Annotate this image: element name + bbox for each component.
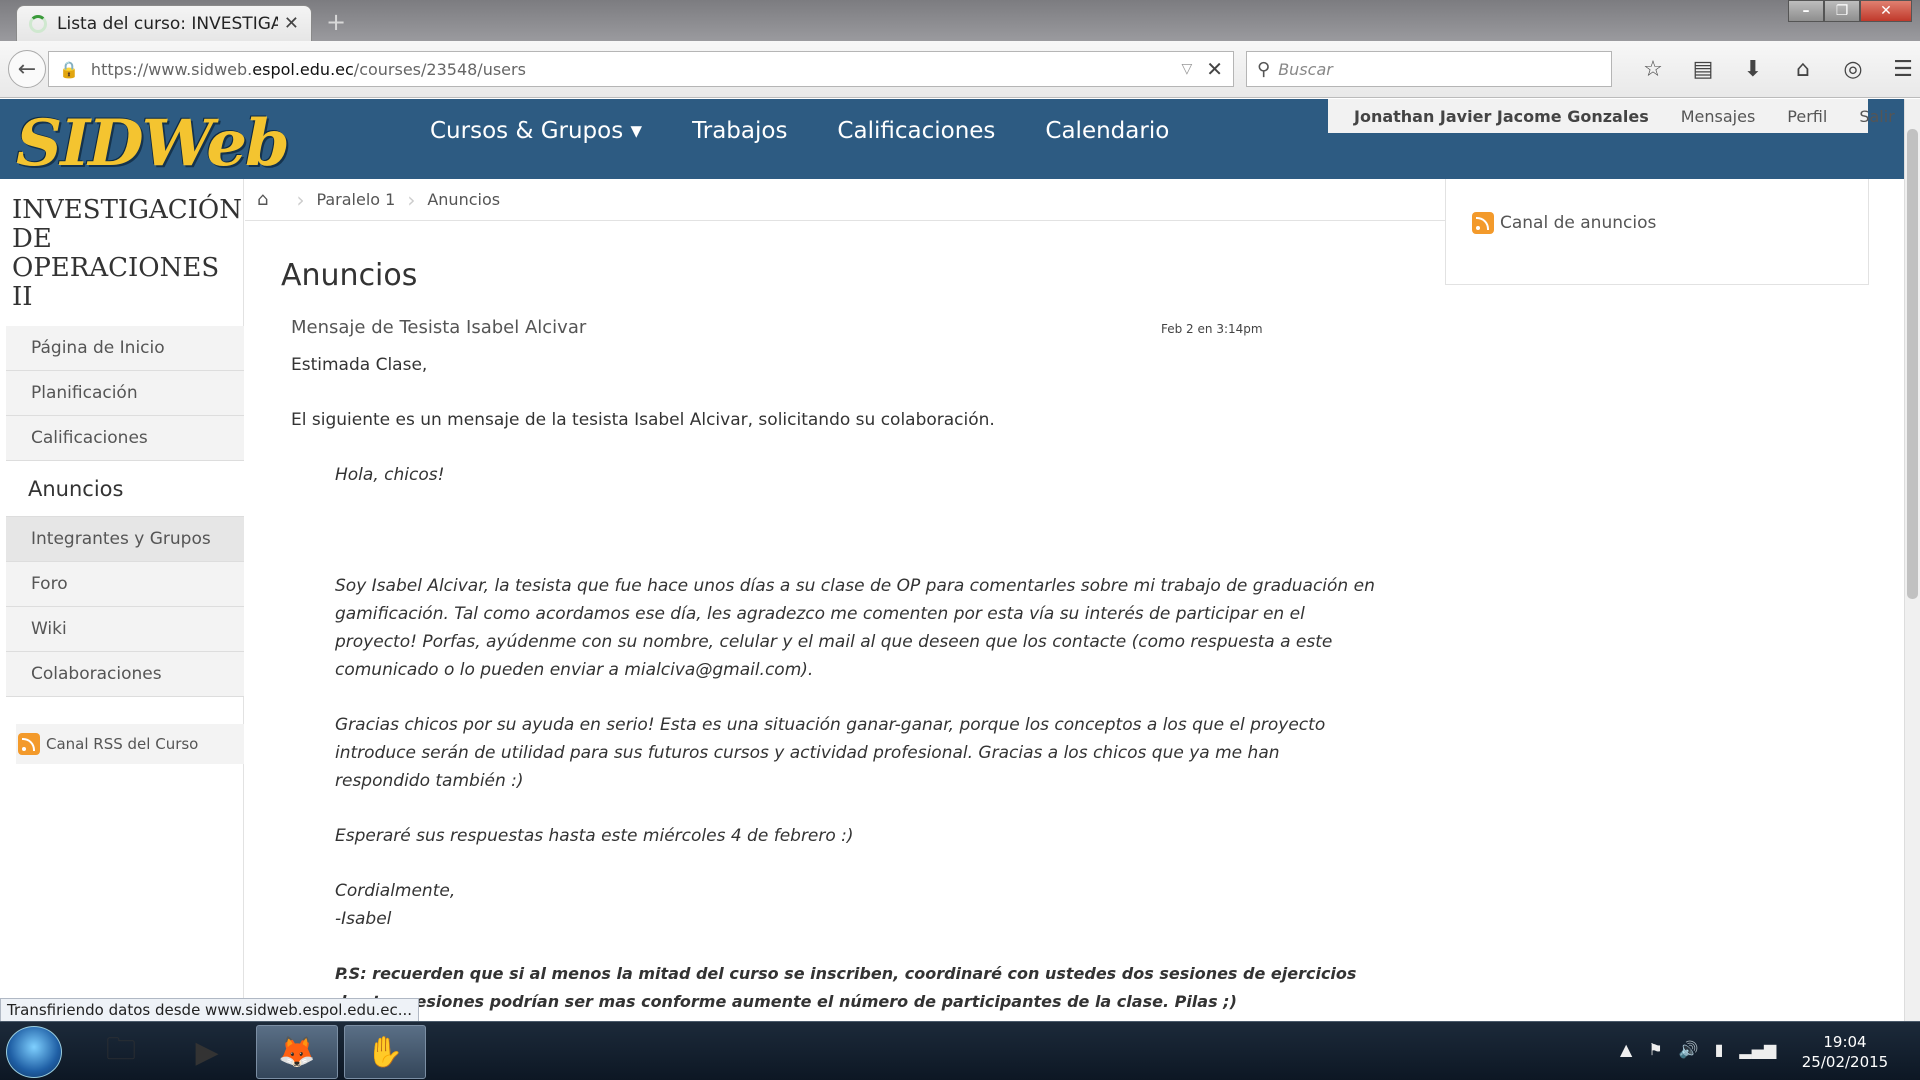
- url-text[interactable]: https://www.sidweb.espol.edu.ec/courses/…: [91, 60, 1182, 79]
- download-icon[interactable]: ⬇: [1728, 53, 1778, 85]
- sidebar-item-calificaciones[interactable]: Calificaciones: [6, 416, 244, 461]
- main-content: Anuncios Mensaje de Tesista Isabel Alciv…: [281, 258, 1381, 1016]
- file-explorer-icon[interactable]: 🗀: [80, 1025, 162, 1079]
- announcement-title[interactable]: Mensaje de Tesista Isabel Alcivar: [291, 317, 586, 338]
- address-bar[interactable]: 🔒 https://www.sidweb.espol.edu.ec/course…: [48, 51, 1234, 87]
- chat-icon[interactable]: ◎: [1828, 53, 1878, 85]
- browser-navbar: ← 🔒 https://www.sidweb.espol.edu.ec/cour…: [0, 41, 1920, 98]
- browser-tabbar: Lista del curso: INVESTIGA... ✕ + – ❐ ✕: [0, 0, 1920, 41]
- breadcrumb-separator: ›: [296, 187, 305, 212]
- sidebar-item-inicio[interactable]: Página de Inicio: [6, 326, 244, 371]
- main-nav: Cursos & Grupos ▾ Trabajos Calificacione…: [430, 99, 1219, 163]
- loading-spinner-icon: [29, 14, 47, 33]
- menu-icon[interactable]: ☰: [1878, 53, 1920, 85]
- app-hand-icon[interactable]: ✋: [344, 1025, 426, 1079]
- scrollbar-thumb[interactable]: [1907, 129, 1918, 599]
- breadcrumb: ⌂ › Paralelo 1 › Anuncios: [245, 179, 1445, 221]
- network-icon[interactable]: ▂▄▆: [1739, 1040, 1776, 1059]
- sidebar-item-colaboraciones[interactable]: Colaboraciones: [6, 652, 244, 697]
- window-close-button[interactable]: ✕: [1860, 0, 1912, 22]
- ps-text: P.S: recuerden que si al menos la mitad …: [335, 964, 1357, 1011]
- profile-link[interactable]: Perfil: [1787, 107, 1827, 126]
- system-tray: ▲ ⚑ 🔊 ▮ ▂▄▆: [1620, 1040, 1792, 1059]
- page-scrollbar[interactable]: [1904, 99, 1920, 1021]
- firefox-icon[interactable]: 🦊: [256, 1025, 338, 1079]
- new-tab-button[interactable]: +: [326, 8, 346, 36]
- message-paragraph-1: Soy Isabel Alcivar, la tesista que fue h…: [335, 576, 1375, 680]
- browser-tab[interactable]: Lista del curso: INVESTIGA... ✕: [16, 5, 312, 41]
- course-rss-label: Canal RSS del Curso: [46, 735, 199, 753]
- breadcrumb-home-icon[interactable]: ⌂: [257, 189, 268, 210]
- minimize-button[interactable]: –: [1788, 0, 1824, 22]
- bookmarks-list-icon[interactable]: ▤: [1678, 53, 1728, 85]
- breadcrumb-paralelo[interactable]: Paralelo 1: [316, 190, 395, 209]
- taskbar-clock[interactable]: 19:04 25/02/2015: [1790, 1032, 1900, 1072]
- course-title: INVESTIGACIÓN DE OPERACIONES II: [12, 195, 242, 312]
- nav-cursos-grupos[interactable]: Cursos & Grupos ▾: [430, 118, 642, 144]
- announcements-feed-link[interactable]: Canal de anuncios: [1472, 212, 1656, 234]
- start-button[interactable]: [6, 1026, 62, 1078]
- sidebar-item-anuncios[interactable]: Anuncios: [6, 461, 244, 517]
- site-header: SIDWeb Cursos & Grupos ▾ Trabajos Califi…: [0, 99, 1904, 181]
- search-placeholder: Buscar: [1278, 59, 1333, 79]
- message-paragraph-2: Gracias chicos por su ayuda en serio! Es…: [335, 715, 1326, 791]
- nav-calificaciones[interactable]: Calificaciones: [837, 118, 995, 144]
- tray-expand-icon[interactable]: ▲: [1620, 1040, 1632, 1059]
- lock-icon: 🔒: [59, 59, 79, 79]
- sidebar-item-integrantes[interactable]: Integrantes y Grupos: [6, 517, 244, 562]
- power-icon[interactable]: ▮: [1715, 1040, 1724, 1059]
- greeting-text: Estimada Clase,: [291, 355, 428, 375]
- windows-taskbar: 🗀 ▶ 🦊 ✋ ▲ ⚑ 🔊 ▮ ▂▄▆ 19:04 25/02/2015: [0, 1021, 1920, 1080]
- hola-text: Hola, chicos!: [335, 465, 445, 485]
- rss-icon: [1472, 212, 1494, 234]
- stop-loading-icon[interactable]: ✕: [1206, 57, 1223, 81]
- signature-text: -Isabel: [335, 909, 392, 929]
- right-panel: Canal de anuncios: [1445, 179, 1869, 285]
- announcement-date: Feb 2 en 3:14pm: [1161, 322, 1263, 336]
- maximize-button[interactable]: ❐: [1824, 0, 1860, 22]
- closing-text: Cordialmente,: [335, 881, 456, 901]
- course-nav: Página de Inicio Planificación Calificac…: [6, 326, 244, 697]
- home-icon[interactable]: ⌂: [1778, 53, 1828, 85]
- logout-link[interactable]: Salir: [1859, 107, 1894, 126]
- window-controls: – ❐ ✕: [1788, 0, 1912, 22]
- bookmark-star-icon[interactable]: ☆: [1628, 53, 1678, 85]
- rss-icon: [18, 733, 40, 755]
- clock-date: 25/02/2015: [1801, 1053, 1889, 1071]
- tab-title: Lista del curso: INVESTIGA...: [57, 13, 278, 34]
- toolbar-icons: ☆ ▤ ⬇ ⌂ ◎ ☰: [1628, 53, 1920, 85]
- course-rss-link[interactable]: Canal RSS del Curso: [16, 724, 244, 764]
- announcement-header: Mensaje de Tesista Isabel Alcivar Feb 2 …: [281, 317, 1381, 341]
- status-bar: Transfiriendo datos desde www.sidweb.esp…: [0, 998, 420, 1022]
- user-menu: Jonathan Javier Jacome Gonzales Mensajes…: [1328, 99, 1895, 133]
- clock-time: 19:04: [1823, 1033, 1867, 1051]
- intro-text: El siguiente es un mensaje de la tesista…: [291, 410, 995, 430]
- messages-link[interactable]: Mensajes: [1681, 107, 1756, 126]
- sidebar-item-foro[interactable]: Foro: [6, 562, 244, 607]
- url-dropdown-icon[interactable]: ▽: [1181, 61, 1192, 77]
- media-player-icon[interactable]: ▶: [166, 1025, 248, 1079]
- nav-trabajos[interactable]: Trabajos: [692, 118, 787, 144]
- search-icon: ⚲: [1257, 58, 1271, 80]
- search-input[interactable]: ⚲ Buscar: [1246, 51, 1612, 87]
- sidebar-item-planificacion[interactable]: Planificación: [6, 371, 244, 416]
- tab-close-icon[interactable]: ✕: [284, 13, 299, 34]
- back-arrow-icon[interactable]: ←: [8, 50, 46, 88]
- announcements-feed-label: Canal de anuncios: [1500, 213, 1657, 233]
- message-paragraph-3: Esperaré sus respuestas hasta este miérc…: [335, 826, 854, 846]
- nav-calendario[interactable]: Calendario: [1045, 118, 1169, 144]
- page-title: Anuncios: [281, 258, 418, 293]
- user-name-link[interactable]: Jonathan Javier Jacome Gonzales: [1354, 107, 1649, 126]
- breadcrumb-anuncios[interactable]: Anuncios: [427, 190, 500, 209]
- volume-icon[interactable]: 🔊: [1679, 1040, 1699, 1059]
- sidweb-logo[interactable]: SIDWeb: [16, 105, 290, 181]
- flag-icon[interactable]: ⚑: [1648, 1040, 1662, 1059]
- sidebar-item-wiki[interactable]: Wiki: [6, 607, 244, 652]
- breadcrumb-separator: ›: [407, 187, 416, 212]
